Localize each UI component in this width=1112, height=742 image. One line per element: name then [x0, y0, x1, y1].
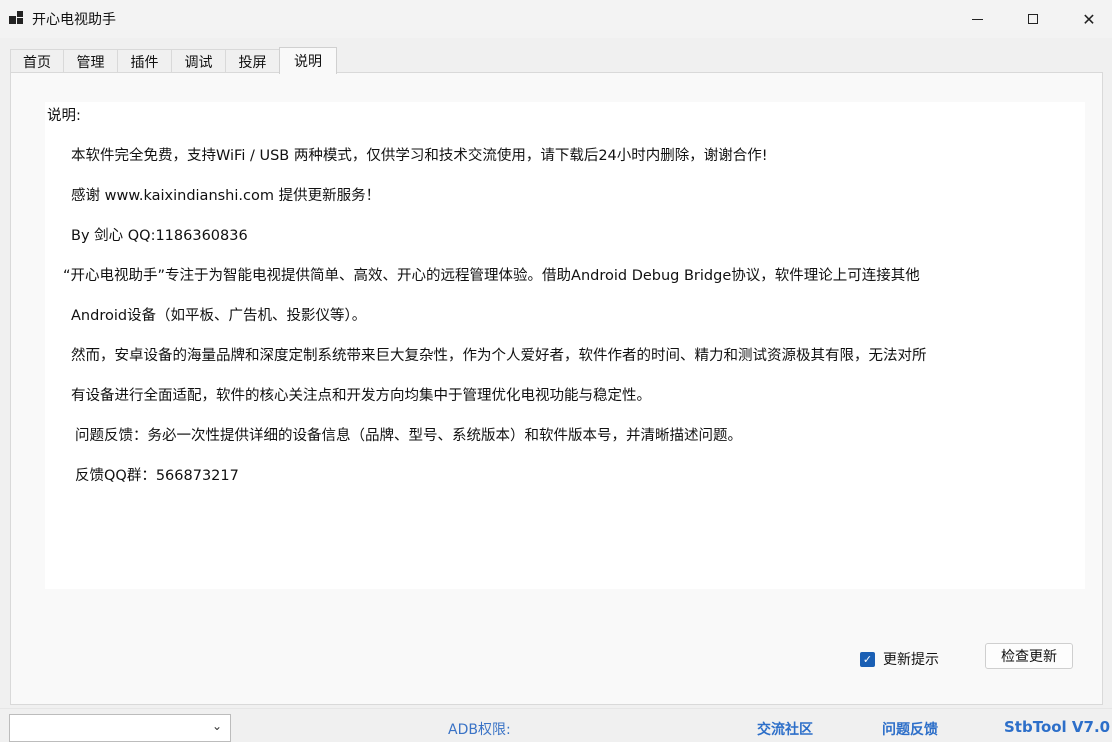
tab-about[interactable]: 说明	[279, 47, 337, 74]
adb-permission-label: ADB权限:	[448, 722, 511, 738]
about-line: 反馈QQ群：566873217	[75, 468, 239, 484]
tab-screencast[interactable]: 投屏	[225, 49, 280, 73]
community-link[interactable]: 交流社区	[757, 719, 813, 739]
minimize-button[interactable]	[954, 0, 1000, 38]
about-line: 有设备进行全面适配，软件的核心关注点和开发方向均集中于管理优化电视功能与稳定性。	[71, 388, 651, 404]
title-bar: 开心电视助手 ✕	[0, 0, 1112, 38]
status-bar: ⌄ ADB权限: 交流社区 问题反馈 StbTool V7.0	[0, 708, 1112, 742]
version-label: StbTool V7.0	[1004, 718, 1111, 736]
chevron-down-icon: ⌄	[211, 719, 222, 733]
tab-panel-about: 说明: 本软件完全免费，支持WiFi / USB 两种模式，仅供学习和技术交流使…	[10, 72, 1103, 705]
minimize-icon	[971, 18, 983, 20]
window-title: 开心电视助手	[32, 12, 116, 28]
update-reminder-checkbox[interactable]: ✓ 更新提示	[860, 649, 939, 669]
about-heading: 说明:	[47, 108, 81, 124]
tab-debug[interactable]: 调试	[171, 49, 226, 73]
update-reminder-label: 更新提示	[883, 652, 939, 668]
app-icon	[9, 11, 25, 25]
feedback-link[interactable]: 问题反馈	[882, 719, 938, 739]
about-line: 本软件完全免费，支持WiFi / USB 两种模式，仅供学习和技术交流使用，请下…	[71, 148, 768, 164]
about-line: 感谢 www.kaixindianshi.com 提供更新服务！	[71, 188, 381, 204]
checkbox-checked-icon[interactable]: ✓	[860, 651, 875, 667]
device-select[interactable]: ⌄	[9, 714, 231, 742]
about-line: 然而，安卓设备的海量品牌和深度定制系统带来巨大复杂性，作为个人爱好者，软件作者的…	[71, 348, 927, 364]
maximize-icon	[1028, 14, 1038, 24]
about-line: “开心电视助手”专注于为智能电视提供简单、高效、开心的远程管理体验。借助Andr…	[63, 268, 920, 284]
close-button[interactable]: ✕	[1066, 0, 1112, 38]
close-icon: ✕	[1082, 9, 1096, 29]
tab-home[interactable]: 首页	[10, 49, 64, 73]
about-line: By 剑心 QQ:1186360836	[71, 228, 248, 244]
check-update-button[interactable]: 检查更新	[985, 643, 1073, 669]
about-line: Android设备（如平板、广告机、投影仪等）。	[71, 308, 367, 324]
maximize-button[interactable]	[1010, 0, 1056, 38]
about-line: 问题反馈：务必一次性提供详细的设备信息（品牌、型号、系统版本）和软件版本号，并清…	[75, 428, 742, 444]
tab-manage[interactable]: 管理	[63, 49, 118, 73]
tab-plugins[interactable]: 插件	[117, 49, 172, 73]
